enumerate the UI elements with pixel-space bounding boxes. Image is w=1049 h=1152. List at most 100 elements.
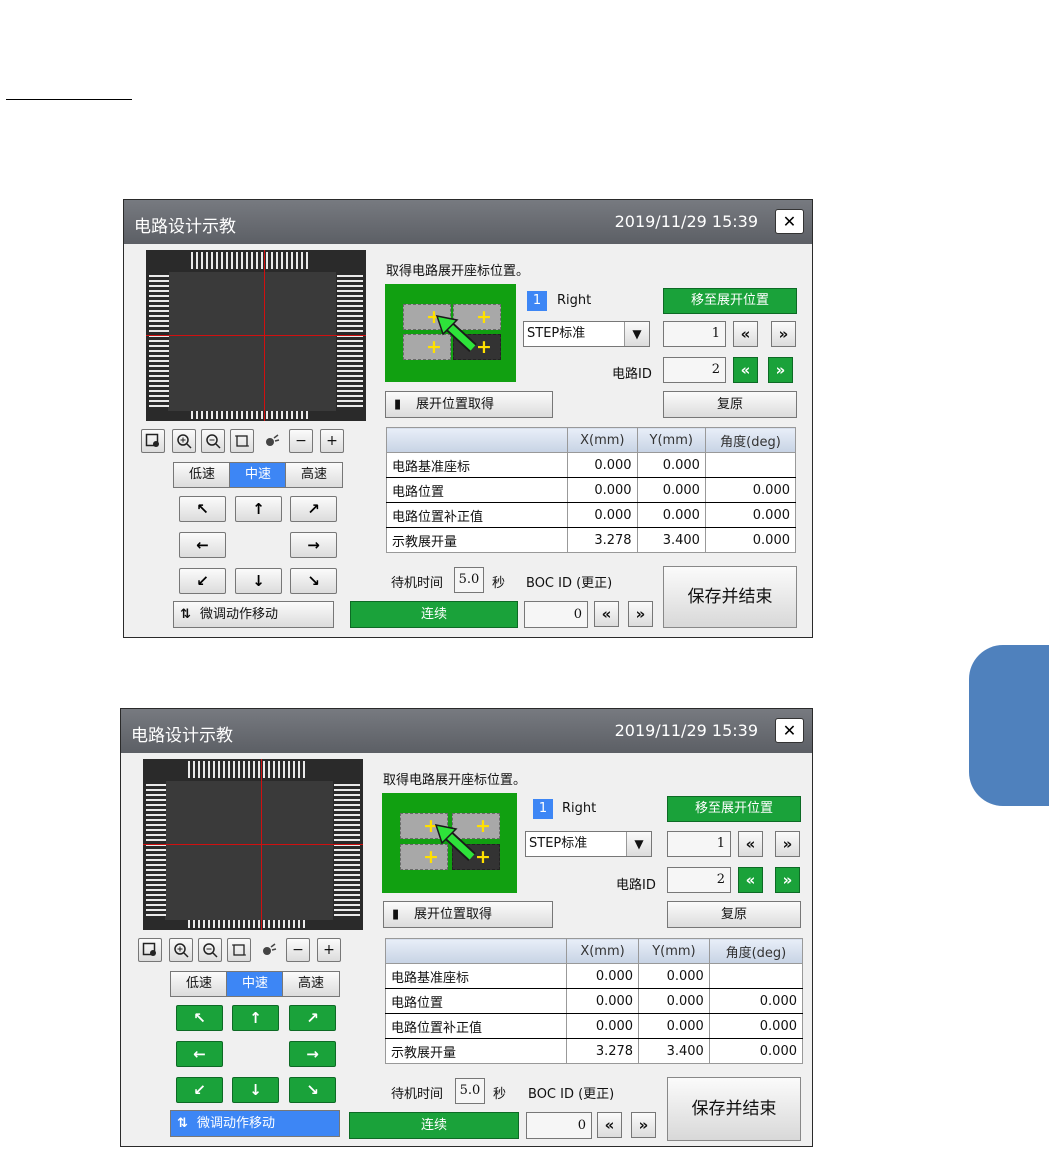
cell-x: 0.000 [565,988,640,1014]
fine-move-button[interactable]: ⇅ 微调动作移动 [173,601,334,628]
boc-prev-button[interactable]: « [594,601,619,627]
step-select-value: STEP标准 [529,836,588,851]
zoom-out-icon [206,434,221,449]
close-button[interactable]: ✕ [775,209,804,234]
jog-right-button[interactable]: → [290,532,337,558]
boc-prev-button[interactable]: « [597,1112,622,1138]
reset-button[interactable]: 复原 [667,901,801,928]
jog-down-right-button[interactable]: ↘ [290,568,337,594]
circuit-id-next-button[interactable]: » [775,867,800,893]
image-settings-button[interactable] [141,429,165,453]
boc-id-field[interactable]: 0 [524,601,588,628]
speed-high-button[interactable]: 高速 [282,971,340,997]
expansion-diagram: + + + + [382,793,517,893]
continue-button[interactable]: 连续 [350,601,518,628]
cell-x: 0.000 [565,1013,640,1039]
jog-up-left-button[interactable]: ↖ [176,1005,223,1031]
cell-y: 0.000 [638,963,710,989]
fine-move-icon: ⇅ [180,607,191,622]
step-next-button[interactable]: » [775,831,800,857]
camera-view[interactable] [146,250,366,421]
get-position-button[interactable]: ▮ 展开位置取得 [383,901,553,928]
close-button[interactable]: ✕ [775,718,804,743]
speed-low-button[interactable]: 低速 [170,971,228,997]
boc-id-field[interactable]: 0 [526,1112,592,1139]
jog-right-button[interactable]: → [289,1041,336,1067]
zoom-out-button[interactable] [201,429,225,453]
move-to-position-button[interactable]: 移至展开位置 [663,288,797,314]
minus-button[interactable]: − [286,938,310,962]
jog-down-button[interactable]: ↓ [235,568,282,594]
dialog-title: 电路设计示教 [134,217,236,237]
chip-pins-right [334,781,360,916]
get-position-button[interactable]: ▮ 展开位置取得 [385,391,553,418]
minus-button[interactable]: − [289,429,313,453]
row-label: 电路位置 [385,988,567,1014]
jog-down-left-button[interactable]: ↙ [179,568,226,594]
chip-pins-bottom [191,411,311,419]
save-and-finish-button[interactable]: 保存并结束 [667,1077,801,1141]
double-chevron-left-icon: « [740,325,751,343]
jog-left-button[interactable]: ← [179,532,226,558]
step-select[interactable]: STEP标准 ▼ [523,321,650,347]
speed-mid-button[interactable]: 中速 [229,462,287,488]
step-prev-button[interactable]: « [738,831,763,857]
boc-next-button[interactable]: » [628,601,653,627]
fine-move-label: 微调动作移动 [200,607,279,622]
boc-id-label: BOC ID (更正) [528,1087,615,1102]
fine-move-button[interactable]: ⇅ 微调动作移动 [170,1110,340,1137]
image-settings-button[interactable] [138,938,162,962]
jog-down-button[interactable]: ↓ [232,1077,279,1103]
step-next-button[interactable]: » [771,321,796,347]
circuit-id-next-button[interactable]: » [768,357,793,383]
circuit-id-field[interactable]: 2 [667,867,731,893]
jog-left-button[interactable]: ← [176,1041,223,1067]
step-field[interactable]: 1 [667,831,731,857]
speed-mid-button[interactable]: 中速 [226,971,284,997]
jog-up-button[interactable]: ↑ [235,496,282,522]
table-row: 电路位置 0.000 0.000 0.000 [386,477,797,503]
boc-next-button[interactable]: » [631,1112,656,1138]
circuit-id-prev-button[interactable]: « [733,357,758,383]
crosshair-horizontal [146,335,366,336]
arrow-down-right-icon: ↘ [307,572,320,590]
fit-view-button[interactable] [227,938,251,962]
speed-high-button[interactable]: 高速 [285,462,343,488]
move-to-position-button[interactable]: 移至展开位置 [667,796,801,822]
jog-up-button[interactable]: ↑ [232,1005,279,1031]
table-header-cell [385,938,567,964]
wait-time-field[interactable]: 5.0 [454,567,484,593]
coordinate-table: X(mm) Y(mm) 角度(deg) 电路基准座标 0.000 0.000 电… [385,938,804,1064]
jog-up-left-button[interactable]: ↖ [179,496,226,522]
table-header: X(mm) Y(mm) 角度(deg) [386,427,797,453]
row-label: 电路位置补正值 [386,502,568,528]
camera-view[interactable] [143,759,363,930]
circuit-id-field[interactable]: 2 [663,357,726,383]
jog-up-right-button[interactable]: ↗ [289,1005,336,1031]
step-select-value: STEP标准 [527,326,586,341]
speed-low-button[interactable]: 低速 [173,462,231,488]
jog-down-right-button[interactable]: ↘ [289,1077,336,1103]
circuit-id-prev-button[interactable]: « [738,867,763,893]
wait-time-field[interactable]: 5.0 [455,1078,485,1104]
reset-button[interactable]: 复原 [663,391,797,418]
double-chevron-right-icon: » [782,835,793,853]
jog-down-left-button[interactable]: ↙ [176,1077,223,1103]
continue-button[interactable]: 连续 [349,1112,519,1139]
plus-button[interactable]: + [320,429,344,453]
zoom-out-button[interactable] [198,938,222,962]
step-prev-button[interactable]: « [733,321,758,347]
step-select[interactable]: STEP标准 ▼ [525,831,652,857]
zoom-in-button[interactable] [169,938,193,962]
fit-view-button[interactable] [230,429,254,453]
jog-up-right-button[interactable]: ↗ [290,496,337,522]
plus-button[interactable]: + [317,938,341,962]
arrow-up-right-icon: ↗ [306,1009,319,1027]
zoom-in-button[interactable] [172,429,196,453]
zoom-out-icon [203,943,218,958]
save-and-finish-button[interactable]: 保存并结束 [663,566,797,628]
row-label: 示教展开量 [386,527,568,553]
step-field[interactable]: 1 [663,321,726,347]
plus-icon: + [323,942,335,958]
double-chevron-left-icon: « [740,361,751,379]
